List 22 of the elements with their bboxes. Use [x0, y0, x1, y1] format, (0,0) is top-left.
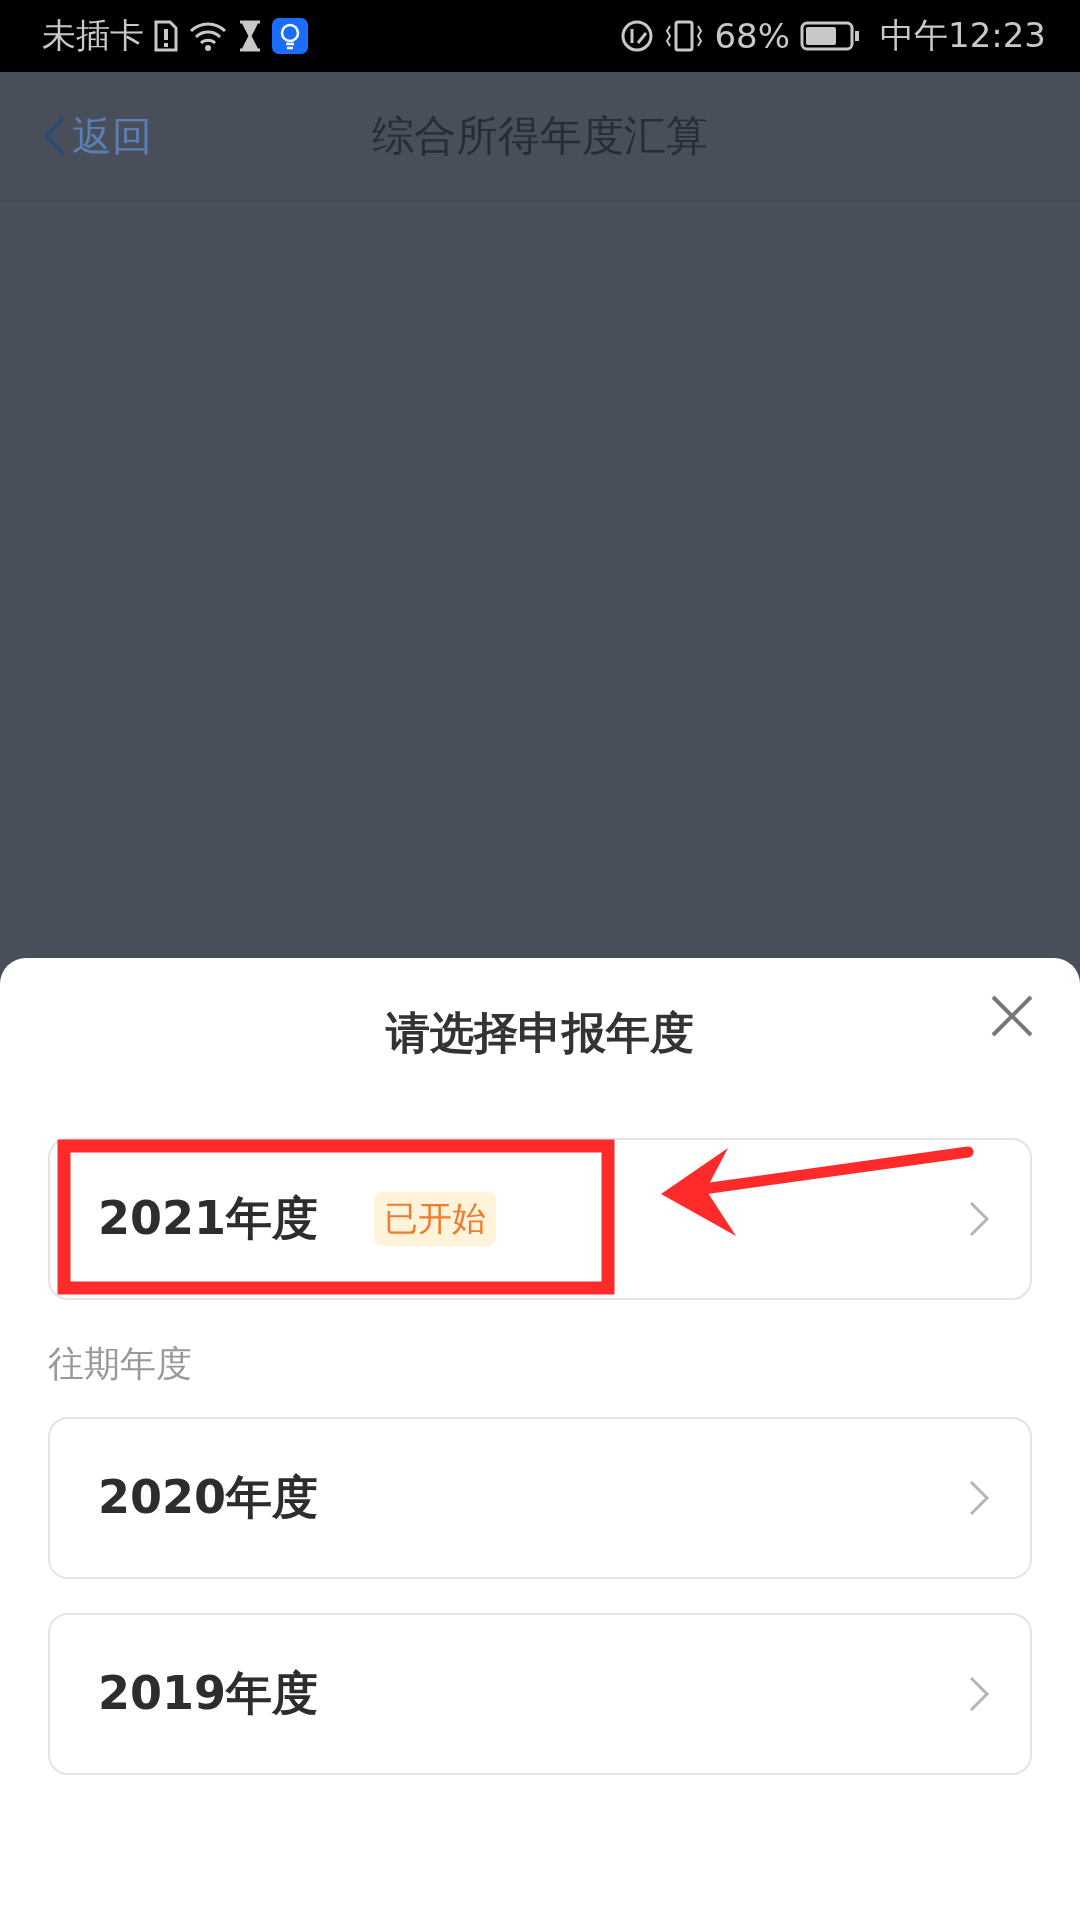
- vibrate-icon: [664, 20, 705, 52]
- year-option[interactable]: 2020年度: [48, 1417, 1032, 1579]
- sheet-title: 请选择申报年度: [386, 1005, 694, 1060]
- section-label: 往期年度: [48, 1342, 193, 1386]
- sim-alert-icon: [154, 20, 178, 52]
- back-chevron-icon: [42, 115, 66, 157]
- battery-percent-text: 68%: [714, 16, 790, 56]
- chevron-right-icon: [968, 1479, 990, 1517]
- year-label: 2020年度: [98, 1469, 319, 1526]
- clock-text: 中午12:23: [880, 14, 1046, 57]
- year-label: 2019年度: [98, 1665, 319, 1722]
- lightbulb-icon: [272, 18, 308, 54]
- hourglass-icon: [238, 20, 262, 52]
- wifi-icon: [188, 20, 228, 52]
- chevron-right-icon: [968, 1200, 990, 1238]
- data-saver-icon: [620, 19, 655, 53]
- year-option[interactable]: 2019年度: [48, 1613, 1032, 1775]
- year-label: 2021年度: [98, 1190, 319, 1247]
- battery-icon: [800, 20, 860, 52]
- carrier-text: 未插卡: [42, 14, 144, 57]
- status-tag: 已开始: [374, 1192, 497, 1246]
- chevron-right-icon: [968, 1675, 990, 1713]
